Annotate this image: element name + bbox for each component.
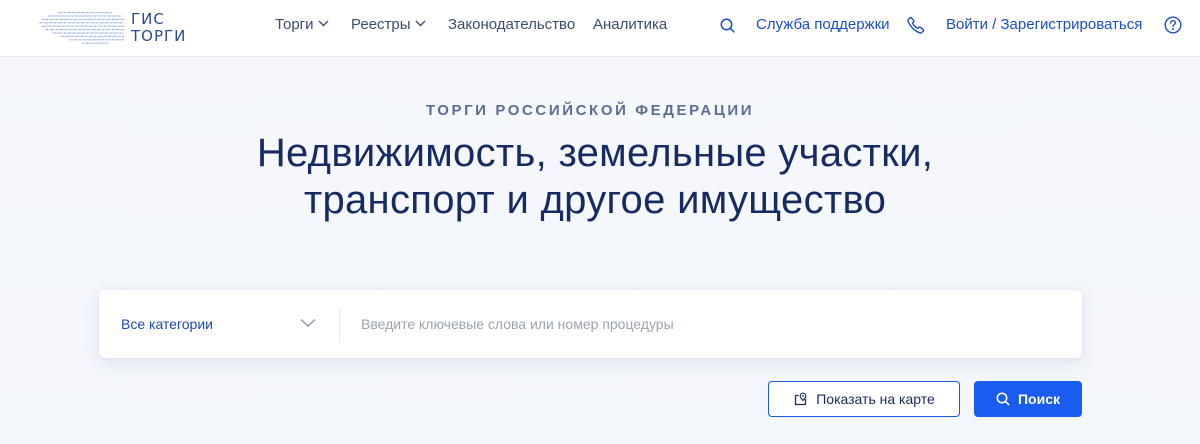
site-header: ГИС ТОРГИ Торги Реестры Законодательство…: [0, 0, 1200, 57]
chevron-down-icon: [318, 20, 329, 27]
hero-headline-line-1: Недвижимость, земельные участки,: [256, 131, 934, 175]
search-button[interactable]: Поиск: [974, 381, 1082, 417]
category-select-value: Все категории: [121, 316, 213, 332]
logo-line-1: ГИС: [131, 10, 165, 28]
logo[interactable]: ГИС ТОРГИ: [36, 8, 196, 48]
hero-headline: Недвижимость, земельные участки, транспо…: [0, 130, 1190, 224]
logo-text: ГИС ТОРГИ: [131, 11, 186, 45]
nav-item-label: Аналитика: [593, 16, 668, 33]
hero-headline-line-2: транспорт и другое имущество: [303, 178, 887, 222]
search-input[interactable]: [351, 304, 1051, 344]
search-button-label: Поиск: [1017, 391, 1060, 407]
logo-line-2: ТОРГИ: [131, 27, 187, 45]
map-icon: [795, 392, 807, 406]
nav-item-torgi[interactable]: Торги: [275, 16, 329, 33]
nav-item-legislation[interactable]: Законодательство: [448, 16, 575, 33]
category-select[interactable]: Все категории: [99, 290, 339, 358]
nav-item-label: Законодательство: [448, 16, 576, 33]
help-icon[interactable]: [1164, 16, 1182, 34]
show-on-map-button[interactable]: Показать на карте: [768, 381, 960, 417]
nav-item-label: Торги: [275, 16, 314, 33]
search-icon[interactable]: [720, 18, 735, 33]
support-link[interactable]: Служба поддержки: [756, 16, 890, 33]
login-register-link[interactable]: Войти / Зарегистрироваться: [946, 16, 1142, 33]
nav-item-label: Реестры: [351, 16, 411, 33]
hero-eyebrow: ТОРГИ РОССИЙСКОЙ ФЕДЕРАЦИИ: [425, 102, 755, 119]
russia-map-logo-icon: [39, 12, 124, 44]
search-divider: [339, 308, 340, 342]
show-on-map-label: Показать на карте: [816, 391, 935, 407]
chevron-down-icon: [415, 20, 426, 27]
nav-item-reestry[interactable]: Реестры: [351, 16, 426, 33]
phone-icon[interactable]: [907, 16, 925, 34]
chevron-down-icon: [300, 318, 316, 327]
search-icon: [996, 392, 1010, 406]
search-panel: Все категории: [99, 290, 1082, 358]
nav-item-analytics[interactable]: Аналитика: [593, 16, 667, 33]
